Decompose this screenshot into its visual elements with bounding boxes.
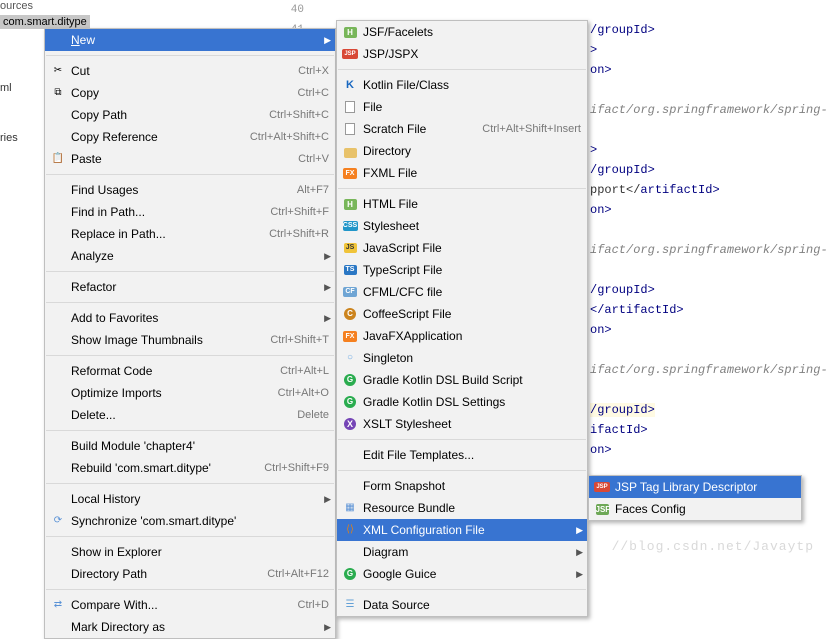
menu-find-in-path[interactable]: Find in Path...Ctrl+Shift+F [45, 201, 335, 223]
menu-diagram[interactable]: Diagram▶ [337, 541, 587, 563]
menu-javascript-file[interactable]: JSJavaScript File [337, 237, 587, 259]
submenu-new[interactable]: HJSF/Facelets JSPJSP/JSPX KKotlin File/C… [336, 20, 588, 617]
guice-icon: G [342, 566, 358, 582]
submenu-xml-config[interactable]: JSPJSP Tag Library Descriptor JSFFaces C… [588, 475, 802, 521]
coffeescript-icon: C [342, 306, 358, 322]
submenu-arrow-icon: ▶ [576, 563, 583, 585]
side-text-2: ries [0, 132, 18, 144]
watermark: //blog.csdn.net/Javaytp [612, 539, 814, 554]
submenu-arrow-icon: ▶ [324, 307, 331, 329]
menu-directory[interactable]: Directory [337, 140, 587, 162]
ts-file-icon: TS [342, 262, 358, 278]
menu-form-snapshot[interactable]: Form Snapshot [337, 475, 587, 497]
tree-root-label: ources [0, 0, 33, 12]
menu-find-usages[interactable]: Find UsagesAlt+F7 [45, 179, 335, 201]
menu-coffeescript-file[interactable]: CCoffeeScript File [337, 303, 587, 325]
menu-show-thumbnails[interactable]: Show Image ThumbnailsCtrl+Shift+T [45, 329, 335, 351]
gutter-line-40: 40 [280, 0, 304, 20]
jsp-file-icon: JSP [594, 479, 610, 495]
cfml-file-icon: CF [342, 284, 358, 300]
html-file-icon: H [342, 196, 358, 212]
sync-icon: ⟳ [50, 513, 66, 529]
menu-jsp[interactable]: JSPJSP/JSPX [337, 43, 587, 65]
menu-gradle-kotlin-build[interactable]: GGradle Kotlin DSL Build Script [337, 369, 587, 391]
bundle-icon: ▦ [342, 500, 358, 516]
menu-javafx-application[interactable]: FXJavaFXApplication [337, 325, 587, 347]
compare-icon: ⇄ [50, 597, 66, 613]
menu-replace-in-path[interactable]: Replace in Path...Ctrl+Shift+R [45, 223, 335, 245]
menu-local-history[interactable]: Local History▶ [45, 488, 335, 510]
submenu-arrow-icon: ▶ [324, 488, 331, 510]
submenu-arrow-icon: ▶ [324, 245, 331, 267]
folder-icon [342, 143, 358, 159]
js-file-icon: JS [342, 240, 358, 256]
menu-copy-reference[interactable]: Copy ReferenceCtrl+Alt+Shift+C [45, 126, 335, 148]
editor-code-background: /groupId> > on> ifact/org.springframewor… [590, 0, 826, 460]
singleton-icon: ○ [342, 350, 358, 366]
selected-package[interactable]: com.smart.ditype [0, 15, 90, 29]
menu-delete[interactable]: Delete...Delete [45, 404, 335, 426]
menu-show-explorer[interactable]: Show in Explorer [45, 541, 335, 563]
submenu-arrow-icon: ▶ [324, 616, 331, 638]
menu-kotlin-file[interactable]: KKotlin File/Class [337, 74, 587, 96]
jsp-file-icon: JSP [342, 46, 358, 62]
menu-file[interactable]: File [337, 96, 587, 118]
file-icon [342, 99, 358, 115]
menu-add-favorites[interactable]: Add to Favorites▶ [45, 307, 335, 329]
menu-copy[interactable]: ⧉CopyCtrl+C [45, 82, 335, 104]
menu-html-file[interactable]: HHTML File [337, 193, 587, 215]
menu-scratch-file[interactable]: Scratch FileCtrl+Alt+Shift+Insert [337, 118, 587, 140]
submenu-arrow-icon: ▶ [576, 541, 583, 563]
fxml-icon: FX [342, 165, 358, 181]
menu-xslt-stylesheet[interactable]: XXSLT Stylesheet [337, 413, 587, 435]
menu-reformat-code[interactable]: Reformat CodeCtrl+Alt+L [45, 360, 335, 382]
menu-jsf-facelets[interactable]: HJSF/Facelets [337, 21, 587, 43]
menu-edit-file-templates[interactable]: Edit File Templates... [337, 444, 587, 466]
menu-build-module[interactable]: Build Module 'chapter4' [45, 435, 335, 457]
gradle-icon: G [342, 394, 358, 410]
menu-refactor[interactable]: Refactor▶ [45, 276, 335, 298]
kotlin-icon: K [342, 77, 358, 93]
menu-stylesheet[interactable]: CSSStylesheet [337, 215, 587, 237]
menu-cut[interactable]: ✂CutCtrl+X [45, 60, 335, 82]
menu-google-guice[interactable]: GGoogle Guice▶ [337, 563, 587, 585]
menu-synchronize[interactable]: ⟳Synchronize 'com.smart.ditype' [45, 510, 335, 532]
menu-fxml-file[interactable]: FXFXML File [337, 162, 587, 184]
menu-new[interactable]: New▶ [45, 29, 335, 51]
menu-jsp-tld[interactable]: JSPJSP Tag Library Descriptor [589, 476, 801, 498]
menu-analyze[interactable]: Analyze▶ [45, 245, 335, 267]
menu-data-source[interactable]: ☰Data Source [337, 594, 587, 616]
menu-paste[interactable]: 📋PasteCtrl+V [45, 148, 335, 170]
gradle-icon: G [342, 372, 358, 388]
side-text-1: ml [0, 82, 12, 94]
menu-singleton[interactable]: ○Singleton [337, 347, 587, 369]
submenu-arrow-icon: ▶ [576, 519, 583, 541]
menu-compare-with[interactable]: ⇄Compare With...Ctrl+D [45, 594, 335, 616]
css-file-icon: CSS [342, 218, 358, 234]
menu-rebuild[interactable]: Rebuild 'com.smart.ditype'Ctrl+Shift+F9 [45, 457, 335, 479]
data-source-icon: ☰ [342, 597, 358, 613]
menu-mark-directory[interactable]: Mark Directory as▶ [45, 616, 335, 638]
cut-icon: ✂ [50, 63, 66, 79]
context-menu[interactable]: New▶ ✂CutCtrl+X ⧉CopyCtrl+C Copy PathCtr… [44, 28, 336, 639]
xslt-icon: X [342, 416, 358, 432]
jsf-file-icon: JSF [594, 501, 610, 517]
html-file-icon: H [342, 24, 358, 40]
menu-resource-bundle[interactable]: ▦Resource Bundle [337, 497, 587, 519]
submenu-arrow-icon: ▶ [324, 29, 331, 51]
menu-copy-path[interactable]: Copy PathCtrl+Shift+C [45, 104, 335, 126]
copy-icon: ⧉ [50, 85, 66, 101]
menu-cfml-file[interactable]: CFCFML/CFC file [337, 281, 587, 303]
submenu-arrow-icon: ▶ [324, 276, 331, 298]
scratch-file-icon [342, 121, 358, 137]
menu-optimize-imports[interactable]: Optimize ImportsCtrl+Alt+O [45, 382, 335, 404]
menu-faces-config[interactable]: JSFFaces Config [589, 498, 801, 520]
menu-directory-path[interactable]: Directory PathCtrl+Alt+F12 [45, 563, 335, 585]
menu-gradle-kotlin-settings[interactable]: GGradle Kotlin DSL Settings [337, 391, 587, 413]
paste-icon: 📋 [50, 151, 66, 167]
xml-icon: ⟨⟩ [342, 522, 358, 538]
menu-xml-configuration-file[interactable]: ⟨⟩XML Configuration File▶ [337, 519, 587, 541]
javafx-icon: FX [342, 328, 358, 344]
menu-typescript-file[interactable]: TSTypeScript File [337, 259, 587, 281]
